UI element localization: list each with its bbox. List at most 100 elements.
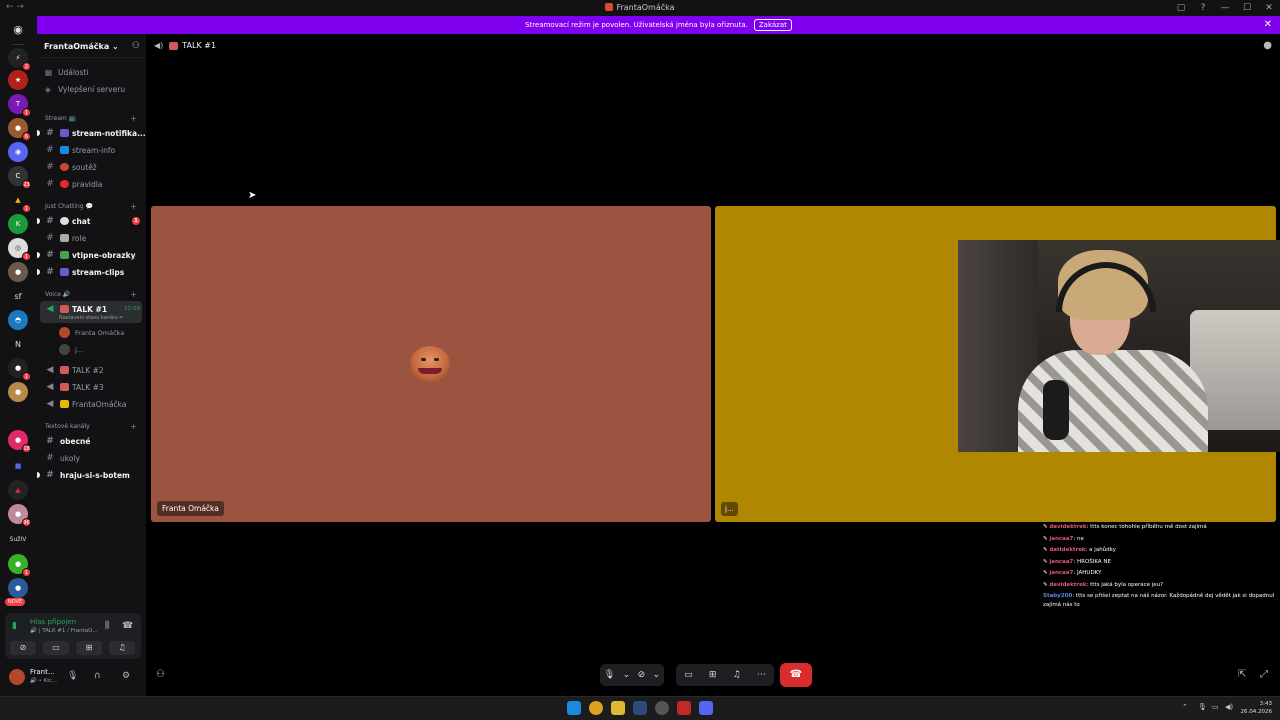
channel-stream-clips[interactable]: # stream-clips (37, 264, 146, 280)
boost-link[interactable]: ◈ Vylepšení serveru (45, 85, 125, 94)
close-button[interactable]: ✕ (1258, 0, 1280, 16)
help-icon[interactable]: ? (1192, 0, 1214, 16)
tray-chevron-icon[interactable]: ⌃ (1182, 703, 1188, 711)
soundboard-button[interactable]: ♫ (733, 670, 741, 680)
pop-out-icon[interactable]: ⇱ (1238, 669, 1246, 680)
voice-channel-path[interactable]: 🔊 | TALK #1 / FrantaO... (30, 628, 98, 634)
microphone-button[interactable]: 🎙 (604, 670, 615, 680)
more-options-button[interactable]: ⋯ (757, 670, 766, 680)
server-icon[interactable]: ★ (8, 70, 28, 90)
network-icon[interactable]: ▭ (1212, 703, 1219, 711)
activities-button[interactable]: ⊞ (76, 641, 102, 655)
headphones-icon[interactable]: ∩ (94, 671, 101, 681)
participant-tile[interactable]: Franta Omáčka (151, 206, 711, 522)
server-icon[interactable]: K (8, 214, 28, 234)
category-just-chatting[interactable]: Just Chatting 💬 (45, 203, 93, 210)
voice-member[interactable]: j... (59, 344, 83, 355)
chevron-down-icon[interactable]: ⌄ (623, 670, 631, 680)
server-name[interactable]: FrantaOmáčka ⌄ (44, 42, 119, 51)
voice-connected-label[interactable]: Hlas připojen (30, 618, 76, 626)
category-voice[interactable]: Voice 🔊 (45, 291, 70, 298)
banner-close-icon[interactable]: ✕ (1264, 19, 1272, 30)
disconnect-icon[interactable]: ☎ (122, 621, 133, 631)
server-icon[interactable]: ⚡ 2 (8, 48, 31, 71)
steam-icon[interactable] (633, 701, 647, 715)
server-icon[interactable]: C 23 (8, 166, 31, 189)
server-icon[interactable]: ▲ 1 (8, 190, 31, 213)
disconnect-call-button[interactable]: ☎ (780, 663, 812, 687)
soundboard-button[interactable]: ♫ (109, 641, 135, 655)
server-icon[interactable]: ▲ (8, 480, 28, 500)
server-icon[interactable]: ● (8, 262, 28, 282)
channel-obecne[interactable]: # obecné (37, 433, 146, 449)
channel-pravidla[interactable]: # pravidla (37, 176, 146, 192)
signal-icon[interactable]: ▮ (12, 621, 17, 631)
windows-start-icon[interactable] (567, 701, 581, 715)
mic-tray-icon[interactable]: 🎙 (1198, 703, 1207, 711)
add-member-icon[interactable]: ⚇ (132, 41, 140, 51)
server-icon[interactable]: ● (8, 578, 28, 598)
server-icon[interactable]: ● 18 (8, 430, 31, 453)
invite-icon[interactable]: ⚇ (156, 669, 165, 680)
obs-icon[interactable] (655, 701, 669, 715)
voice-channel-talk-2[interactable]: ◀ TALK #2 (37, 362, 146, 378)
activities-button[interactable]: ⊞ (709, 670, 717, 680)
noise-suppression-icon[interactable]: ⫼ (105, 621, 109, 631)
server-sf[interactable]: sf (6, 292, 30, 301)
channel-role[interactable]: # role (37, 230, 146, 246)
chat-bubble-icon[interactable]: ● (1263, 40, 1272, 51)
server-icon[interactable]: T1 (8, 94, 31, 117)
server-suziv[interactable]: SužIV (6, 536, 30, 543)
discord-taskbar-icon[interactable] (699, 701, 713, 715)
channel-hraju-si-s-botem[interactable]: # hraju-si-s-botem (37, 467, 146, 483)
user-name[interactable]: Frant... (30, 668, 55, 676)
channel-stream-info[interactable]: # stream-info (37, 142, 146, 158)
server-icon[interactable]: ● (8, 382, 28, 402)
add-channel-icon[interactable]: + (130, 290, 137, 299)
camera-off-button[interactable]: ⊘ (10, 641, 36, 655)
file-explorer-icon[interactable] (611, 701, 625, 715)
volume-icon[interactable]: ◀) (1225, 703, 1233, 711)
events-link[interactable]: ▦ Události (45, 68, 88, 77)
disable-streamer-mode-button[interactable]: Zakázat (753, 19, 792, 31)
screen-share-button[interactable]: ▭ (684, 670, 693, 680)
add-channel-icon[interactable]: + (130, 422, 137, 431)
add-channel-icon[interactable]: + (130, 202, 137, 211)
discord-home-icon[interactable]: ◉ (8, 20, 28, 40)
server-icon[interactable]: ● 1 (8, 358, 31, 381)
chevron-down-icon[interactable]: ⌄ (653, 670, 661, 680)
system-clock[interactable]: 3:43 26.04.2026 (1241, 700, 1273, 716)
channel-chat[interactable]: # chat 1 (37, 213, 146, 229)
microphone-icon[interactable]: 🎙 (67, 671, 78, 681)
server-icon[interactable]: ● 96 (8, 504, 31, 527)
camera-off-button[interactable]: ⊘ (638, 670, 646, 680)
channel-vtipne-obrazky[interactable]: # vtipne-obrazky (37, 247, 146, 263)
maximize-button[interactable]: ☐ (1236, 0, 1258, 16)
chrome-icon[interactable] (589, 701, 603, 715)
add-channel-icon[interactable]: + (130, 114, 137, 123)
fullscreen-icon[interactable]: ⤢ (1260, 669, 1268, 680)
app-icon[interactable] (677, 701, 691, 715)
voice-member[interactable]: Franta Omáčka (59, 327, 124, 338)
server-icon[interactable]: ● 6 (8, 118, 31, 141)
minimize-button[interactable]: — (1214, 0, 1236, 16)
inbox-icon[interactable]: ▢ (1170, 0, 1192, 16)
folder-icon[interactable]: ■ (8, 456, 28, 476)
category-stream[interactable]: Stream 📺 (45, 115, 76, 122)
channel-stream-notifikace[interactable]: # stream-notifika... (37, 125, 146, 141)
channel-status-hint[interactable]: Nastavení stavu kanálu ✏ (59, 315, 123, 321)
voice-channel-talk-3[interactable]: ◀ TALK #3 (37, 379, 146, 395)
server-icon[interactable]: ◉ (8, 142, 28, 162)
unread-dot (37, 218, 40, 224)
voice-channel-frantaomacka[interactable]: ◀ FrantaOmáčka (37, 396, 146, 412)
category-text[interactable]: Textové kanály (45, 423, 90, 430)
settings-gear-icon[interactable]: ⚙ (122, 671, 130, 681)
server-icon[interactable]: ◎ 1 (8, 238, 31, 261)
server-n[interactable]: N (6, 340, 30, 349)
channel-ukoly[interactable]: # ukoly (37, 450, 146, 466)
server-icon[interactable]: ● 1 (8, 554, 31, 577)
server-icon[interactable]: ◓ (8, 310, 28, 330)
avatar[interactable] (9, 669, 25, 685)
channel-soutez[interactable]: # soutěž (37, 159, 146, 175)
screen-share-button[interactable]: ▭ (43, 641, 69, 655)
